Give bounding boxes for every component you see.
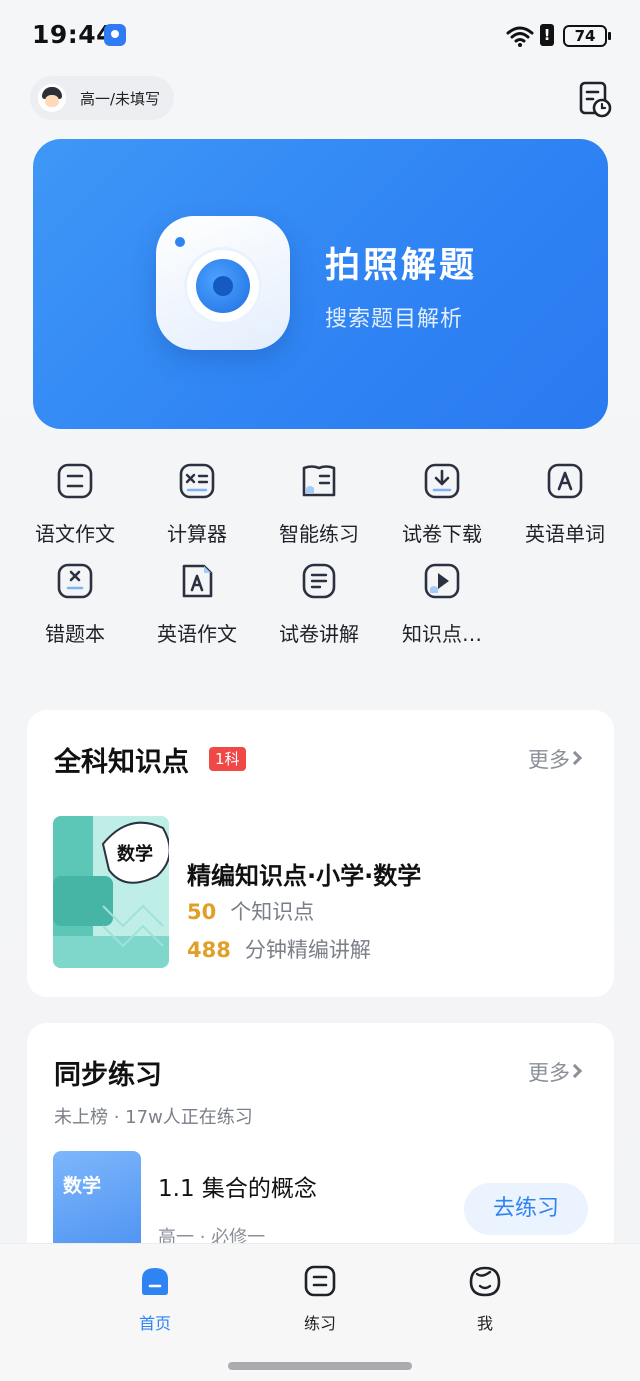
tab-practice[interactable]: 练习	[280, 1264, 360, 1334]
tool-label: 英语作文	[157, 622, 237, 646]
play-icon	[424, 563, 460, 599]
tool-knowledge-points[interactable]: 知识点…	[381, 562, 503, 647]
camera-icon	[156, 216, 290, 350]
avatar	[38, 84, 66, 112]
grade-selector[interactable]: 高一/未填写	[30, 76, 175, 120]
tool-english-essay[interactable]: 英语作文	[136, 562, 258, 647]
tool-label: 错题本	[45, 622, 105, 646]
knowledge-minutes-number: 488	[187, 938, 231, 962]
tool-label: 语文作文	[35, 522, 115, 546]
history-icon[interactable]	[578, 80, 612, 118]
tool-label: 英语单词	[525, 522, 605, 546]
knowledge-item-title[interactable]: 精编知识点·小学·数学	[187, 856, 421, 891]
practice-icon	[304, 1265, 336, 1297]
battery-indicator: 74	[563, 25, 611, 47]
home-indicator[interactable]	[228, 1362, 412, 1370]
tool-label: 智能练习	[279, 522, 359, 546]
letter-a-icon	[547, 463, 583, 499]
paper-explain-icon	[302, 563, 336, 599]
knowledge-title: 全科知识点	[54, 747, 189, 778]
knowledge-count-number: 50	[187, 900, 217, 924]
tab-label: 练习	[303, 1314, 336, 1333]
tool-english-words[interactable]: 英语单词	[504, 462, 626, 547]
go-practice-button[interactable]: 去练习	[464, 1183, 588, 1235]
knowledge-minutes-line: 488 分钟精编讲解	[187, 934, 371, 964]
cover-subject: 数学	[117, 844, 153, 865]
practice-subtitle: 未上榜 · 17w人正在练习	[54, 1107, 253, 1128]
tab-label: 我	[476, 1314, 493, 1333]
tab-label: 首页	[138, 1314, 171, 1333]
tool-label: 试卷讲解	[279, 622, 359, 646]
banner-title: 拍照解题	[325, 246, 478, 286]
subject-count-badge: 1科	[209, 747, 246, 771]
bottom-tab-bar: 首页 练习 我	[0, 1243, 640, 1381]
tool-smart-practice[interactable]: 智能练习	[258, 462, 380, 547]
tool-paper-download[interactable]: 试卷下载	[381, 462, 503, 547]
tool-chinese-essay[interactable]: 语文作文	[14, 462, 136, 547]
document-icon	[57, 463, 93, 499]
calculator-icon	[179, 463, 215, 499]
banner-subtitle: 搜索题目解析	[325, 307, 464, 332]
tool-label: 知识点…	[402, 622, 482, 646]
tab-me[interactable]: 我	[445, 1264, 525, 1334]
knowledge-card: 全科知识点 更多 数学 精编知识点·小学·数学 50 个知识点 488 分钟精编讲解	[27, 710, 614, 997]
english-essay-icon	[182, 564, 213, 598]
status-time: 19:44	[32, 20, 115, 49]
status-bar: 19:44 ! 74	[0, 0, 640, 70]
wifi-icon	[506, 26, 534, 47]
app-notification-icon	[104, 24, 126, 46]
practice-item-title[interactable]: 1.1 集合的概念	[158, 1169, 317, 1203]
chevron-right-icon	[567, 750, 583, 766]
practice-more-link[interactable]: 更多	[528, 1057, 570, 1087]
practice-cover[interactable]: 数学	[53, 1151, 141, 1251]
knowledge-count-line: 50 个知识点	[187, 896, 314, 926]
tool-paper-explain[interactable]: 试卷讲解	[258, 562, 380, 647]
download-icon	[424, 463, 460, 499]
tool-label: 计算器	[167, 522, 227, 546]
practice-book-icon	[302, 465, 336, 497]
cover-pattern	[53, 816, 169, 968]
grade-label: 高一/未填写	[80, 89, 161, 108]
practice-title: 同步练习	[54, 1060, 162, 1091]
home-icon	[142, 1268, 168, 1295]
tool-error-book[interactable]: 错题本	[14, 562, 136, 647]
practice-cover-subject: 数学	[63, 1175, 102, 1197]
knowledge-cover[interactable]: 数学	[53, 816, 169, 968]
knowledge-count-text: 个知识点	[230, 900, 315, 924]
error-book-icon	[57, 563, 93, 599]
tool-calculator[interactable]: 计算器	[136, 462, 258, 547]
photo-solve-banner[interactable]: 拍照解题 搜索题目解析	[33, 139, 608, 429]
knowledge-minutes-text: 分钟精编讲解	[244, 938, 371, 962]
knowledge-more-link[interactable]: 更多	[528, 744, 570, 774]
chevron-right-icon	[567, 1063, 583, 1079]
profile-face-icon	[469, 1266, 501, 1297]
alert-icon: !	[540, 24, 554, 46]
tool-label: 试卷下载	[402, 522, 482, 546]
tab-home[interactable]: 首页	[115, 1264, 195, 1334]
